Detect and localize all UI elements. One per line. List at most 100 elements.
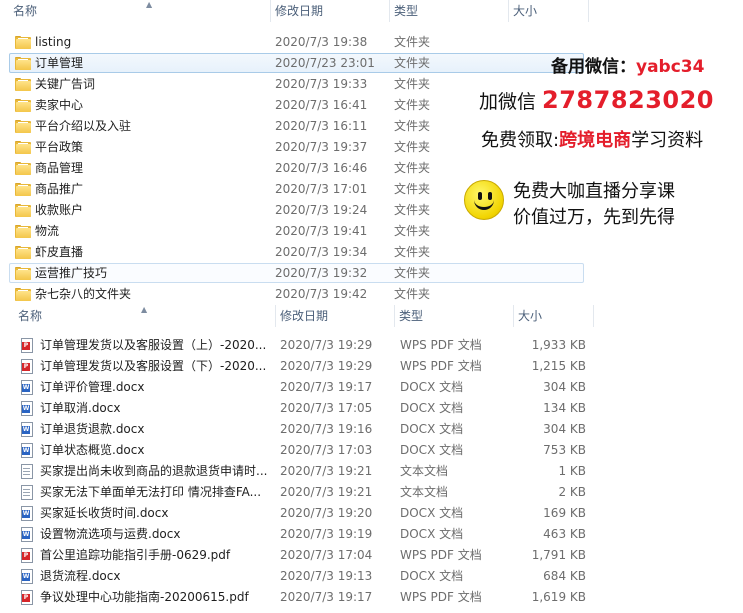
file-name: 买家延长收货时间.docx <box>40 506 169 520</box>
column-header: ▲ 名称 修改日期 类型 大小 <box>0 305 743 327</box>
column-size[interactable]: 大小 <box>514 305 594 327</box>
file-type: 文件夹 <box>394 119 431 133</box>
folder-row[interactable]: 杂七杂八的文件夹 2020/7/3 19:42 文件夹 <box>0 284 743 305</box>
column-date[interactable]: 修改日期 <box>276 305 395 327</box>
text-file-icon <box>21 464 33 479</box>
file-size: 1 KB <box>558 464 586 478</box>
file-name: 订单退货退款.docx <box>40 422 145 436</box>
file-row[interactable]: W 订单评价管理.docx 2020/7/3 19:17 DOCX 文档 304 KB <box>0 377 743 398</box>
modified-date: 2020/7/3 19:29 <box>280 359 373 373</box>
file-size: 1,215 KB <box>531 359 586 373</box>
file-type: 文本文档 <box>400 485 449 499</box>
file-name: 退货流程.docx <box>40 569 121 583</box>
file-name: 买家提出尚未收到商品的退款退货申请时... <box>40 464 268 478</box>
modified-date: 2020/7/3 19:13 <box>280 569 373 583</box>
folder-name: 杂七杂八的文件夹 <box>35 287 132 301</box>
file-name: 首公里追踪功能指引手册-0629.pdf <box>40 548 231 562</box>
file-row[interactable]: 买家无法下单面单无法打印 情况排查FA... 2020/7/3 19:21 文本文档… <box>0 482 743 503</box>
text-file-icon <box>21 485 33 500</box>
folder-row[interactable]: 虾皮直播 2020/7/3 19:34 文件夹 <box>0 242 743 263</box>
file-name: 订单管理发货以及客服设置（下）-2020... <box>40 359 267 373</box>
folder-icon <box>15 78 31 91</box>
folder-icon <box>15 246 31 259</box>
folder-icon <box>15 288 31 301</box>
modified-date: 2020/7/3 16:41 <box>275 98 368 112</box>
file-type: 文件夹 <box>394 224 431 238</box>
modified-date: 2020/7/3 16:11 <box>275 119 368 133</box>
file-row[interactable]: W 订单退货退款.docx 2020/7/3 19:16 DOCX 文档 304 KB <box>0 419 743 440</box>
file-type: 文件夹 <box>394 161 431 175</box>
file-name: 订单管理发货以及客服设置（上）-2020... <box>40 338 267 352</box>
file-type: DOCX 文档 <box>400 380 464 394</box>
modified-date: 2020/7/3 19:17 <box>280 590 373 604</box>
word-icon: W <box>21 401 33 416</box>
column-type[interactable]: 类型 <box>395 305 514 327</box>
file-type: 文件夹 <box>394 287 431 301</box>
file-row[interactable]: W 退货流程.docx 2020/7/3 19:13 DOCX 文档 684 KB <box>0 566 743 587</box>
modified-date: 2020/7/3 17:05 <box>280 401 373 415</box>
folder-name: 物流 <box>35 224 60 238</box>
column-name[interactable]: 名称 <box>9 0 271 22</box>
file-row[interactable]: W 订单取消.docx 2020/7/3 17:05 DOCX 文档 134 KB <box>0 398 743 419</box>
folder-icon <box>15 267 31 280</box>
folder-icon <box>15 99 31 112</box>
file-name: 订单取消.docx <box>40 401 121 415</box>
folder-icon <box>15 57 31 70</box>
word-icon: W <box>21 569 33 584</box>
free-materials-prefix: 免费领取: <box>481 130 560 151</box>
word-icon: W <box>21 380 33 395</box>
file-size: 2 KB <box>558 485 586 499</box>
folder-icon <box>15 120 31 133</box>
wechat-label: 加微信 <box>479 91 537 113</box>
file-type: DOCX 文档 <box>400 527 464 541</box>
modified-date: 2020/7/3 19:29 <box>280 338 373 352</box>
file-row[interactable]: W 订单状态概览.docx 2020/7/3 17:03 DOCX 文档 753 KB <box>0 440 743 461</box>
modified-date: 2020/7/3 16:46 <box>275 161 368 175</box>
folder-name: 运营推广技巧 <box>35 266 108 280</box>
column-name[interactable]: 名称 <box>14 305 276 327</box>
column-date[interactable]: 修改日期 <box>271 0 390 22</box>
backup-wechat-text: 备用微信：yabc34 <box>551 52 704 77</box>
folder-icon <box>15 204 31 217</box>
file-size: 169 KB <box>543 506 586 520</box>
modified-date: 2020/7/3 19:34 <box>275 245 368 259</box>
folder-name: 平台介绍以及入驻 <box>35 119 132 133</box>
modified-date: 2020/7/3 19:37 <box>275 140 368 154</box>
folder-icon <box>15 183 31 196</box>
folder-row[interactable]: 商品管理 2020/7/3 16:46 文件夹 <box>0 158 743 179</box>
column-size[interactable]: 大小 <box>509 0 589 22</box>
file-row[interactable]: P 订单管理发货以及客服设置（下）-2020... 2020/7/3 19:29 WP… <box>0 356 743 377</box>
folder-row[interactable]: listing 2020/7/3 19:38 文件夹 <box>0 32 743 53</box>
file-size: 304 KB <box>543 422 586 436</box>
file-row[interactable]: P 首公里追踪功能指引手册-0629.pdf 2020/7/3 17:04 WPS P… <box>0 545 743 566</box>
file-type: DOCX 文档 <box>400 422 464 436</box>
folder-name: 关键广告词 <box>35 77 96 91</box>
file-type: 文件夹 <box>394 56 431 70</box>
file-type: DOCX 文档 <box>400 401 464 415</box>
folder-icon <box>15 141 31 154</box>
folder-name: 卖家中心 <box>35 98 84 112</box>
file-row[interactable]: 买家提出尚未收到商品的退款退货申请时... 2020/7/3 19:21 文本文档 1… <box>0 461 743 482</box>
modified-date: 2020/7/3 19:24 <box>275 203 368 217</box>
modified-date: 2020/7/23 23:01 <box>275 56 375 70</box>
word-icon: W <box>21 527 33 542</box>
file-row[interactable]: P 订单管理发货以及客服设置（上）-2020... 2020/7/3 19:29 WP… <box>0 335 743 356</box>
modified-date: 2020/7/3 19:16 <box>280 422 373 436</box>
file-type: 文件夹 <box>394 35 431 49</box>
file-size: 304 KB <box>543 380 586 394</box>
folder-name: 订单管理 <box>35 56 84 70</box>
modified-date: 2020/7/3 19:33 <box>275 77 368 91</box>
live-course-text: 免费大咖直播分享课 <box>513 181 675 202</box>
file-size: 134 KB <box>543 401 586 415</box>
file-name: 争议处理中心功能指南-20200615.pdf <box>40 590 249 604</box>
file-row[interactable]: W 买家延长收货时间.docx 2020/7/3 19:20 DOCX 文档 169 K… <box>0 503 743 524</box>
modified-date: 2020/7/3 19:32 <box>275 266 368 280</box>
file-type: WPS PDF 文档 <box>400 590 482 604</box>
file-size: 1,791 KB <box>531 548 586 562</box>
file-row[interactable]: W 设置物流选项与运费.docx 2020/7/3 19:19 DOCX 文档 463 … <box>0 524 743 545</box>
column-type[interactable]: 类型 <box>390 0 509 22</box>
free-materials-text: 免费领取:跨境电商学习资料 <box>481 126 703 152</box>
file-row[interactable]: P 争议处理中心功能指南-20200615.pdf 2020/7/3 19:17 WP… <box>0 587 743 608</box>
folder-name: listing <box>35 35 72 49</box>
folder-row[interactable]: 运营推广技巧 2020/7/3 19:32 文件夹 <box>0 263 743 284</box>
